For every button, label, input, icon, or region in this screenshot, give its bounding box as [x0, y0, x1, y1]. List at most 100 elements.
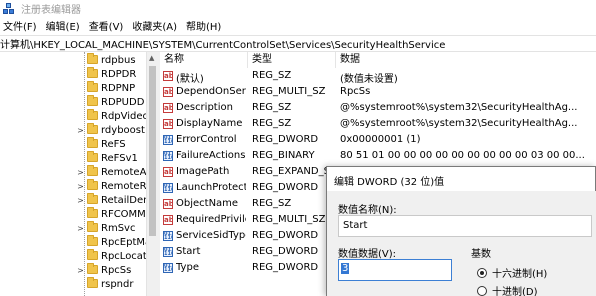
binary-value-icon: 011 110: [163, 183, 173, 193]
value-row[interactable]: 011 110ErrorControl REG_DWORD 0x00000001 (…: [160, 132, 596, 148]
folder-icon: [87, 67, 98, 78]
value-row[interactable]: ab (默认) REG_SZ (数值未设置): [160, 68, 596, 85]
menu-view[interactable]: 查看(V): [86, 18, 127, 33]
value-type: REG_SZ: [252, 70, 292, 81]
value-data: 0x00000001 (1): [340, 134, 421, 145]
folder-icon: [87, 179, 98, 190]
value-data-text[interactable]: 3: [341, 263, 350, 274]
value-name: Description: [176, 102, 233, 113]
value-type: REG_MULTI_SZ: [252, 86, 326, 97]
value-data: RpcSs: [340, 86, 371, 97]
folder-icon: [87, 53, 98, 64]
string-value-icon: ab: [163, 119, 173, 129]
binary-value-icon: 011 110: [163, 135, 173, 145]
address-bar[interactable]: 计算机\HKEY_LOCAL_MACHINE\SYSTEM\CurrentCon…: [0, 35, 596, 52]
string-value-icon: ab: [163, 71, 173, 81]
base-group-label: 基数: [471, 249, 491, 260]
value-data: 80 51 01 00 00 00 00 00 00 00 00 00 03 0…: [340, 150, 585, 161]
tree-item-label[interactable]: RmSvc: [101, 223, 135, 234]
tree-item-label[interactable]: RemoteAc: [101, 167, 152, 178]
value-type: REG_SZ: [252, 102, 292, 113]
folder-icon: [87, 81, 98, 92]
key-tree[interactable]: rdpbus RDPDR RDPNP RDPUDD RdpVideo > rdyboost R…: [0, 52, 158, 296]
radio-dec-indicator[interactable]: [477, 285, 487, 296]
menu-favorites[interactable]: 收藏夹(A): [129, 18, 180, 33]
folder-icon: [87, 235, 98, 246]
value-data: @%systemroot%\system32\SecurityHealthAg.…: [340, 118, 578, 129]
radio-hexadecimal[interactable]: 十六进制(H): [477, 265, 547, 280]
value-name: Start: [176, 246, 201, 257]
tree-item-label[interactable]: RpcEptMa: [101, 237, 151, 248]
value-type: REG_DWORD: [252, 182, 319, 193]
value-name: RequiredPrivile...: [176, 214, 246, 225]
folder-icon: [87, 249, 98, 260]
radio-hex-indicator[interactable]: [477, 267, 487, 278]
column-header-name[interactable]: 名称: [160, 52, 248, 68]
folder-icon: [87, 277, 98, 288]
folder-icon: [87, 207, 98, 218]
folder-icon: [87, 95, 98, 106]
value-name: ObjectName: [176, 198, 239, 209]
string-value-icon: ab: [163, 87, 173, 97]
tree-scroll-thumb[interactable]: [149, 66, 156, 236]
value-name: ImagePath: [176, 166, 230, 177]
tree-item-label[interactable]: RpcSs: [101, 265, 131, 276]
folder-icon: [87, 123, 98, 134]
value-name: Type: [176, 262, 199, 273]
value-row[interactable]: 011 110FailureActions REG_BINARY 80 51 01 …: [160, 148, 596, 164]
folder-icon: [87, 151, 98, 162]
title-bar: 注册表编辑器: [0, 0, 596, 17]
tree-item-label[interactable]: RDPUDD: [101, 97, 144, 108]
value-type: REG_DWORD: [252, 134, 319, 145]
edit-dword-dialog: 编辑 DWORD (32 位)值 数值名称(N): Start 数值数据(V):…: [326, 166, 596, 296]
tree-scrollbar[interactable]: ▲: [146, 52, 158, 296]
value-type: REG_DWORD: [252, 230, 319, 241]
scroll-up-arrow-icon[interactable]: ▲: [149, 54, 154, 62]
value-row[interactable]: ab Description REG_SZ @%systemroot%\system3…: [160, 100, 596, 116]
menu-help[interactable]: 帮助(H): [183, 18, 224, 33]
value-data-input[interactable]: 3: [338, 259, 452, 281]
value-row[interactable]: ab DisplayName REG_SZ @%systemroot%\system3…: [160, 116, 596, 132]
value-name-field: Start: [338, 215, 592, 237]
binary-value-icon: 011 110: [163, 231, 173, 241]
value-name-label: 数值名称(N):: [338, 205, 397, 216]
tree-item-label[interactable]: RDPDR: [101, 69, 136, 80]
string-value-icon: ab: [163, 167, 173, 177]
binary-value-icon: 011 110: [163, 151, 173, 161]
tree-item-label[interactable]: RemoteRe: [101, 181, 152, 192]
value-type: REG_SZ: [252, 118, 292, 129]
tree-item-label[interactable]: RFCOMM: [101, 209, 146, 220]
tree-item-label[interactable]: RDPNP: [101, 83, 135, 94]
address-path[interactable]: 计算机\HKEY_LOCAL_MACHINE\SYSTEM\CurrentCon…: [0, 36, 445, 51]
dialog-title: 编辑 DWORD (32 位)值: [334, 177, 445, 188]
menu-bar: 文件(F) 编辑(E) 查看(V) 收藏夹(A) 帮助(H): [0, 17, 596, 34]
value-name: (默认): [176, 74, 204, 85]
value-row[interactable]: abDependOnSer... REG_MULTI_SZ RpcSs: [160, 84, 596, 100]
radio-dec-label[interactable]: 十进制(D): [492, 283, 538, 296]
tree-item-label[interactable]: rdpbus: [101, 55, 136, 66]
menu-edit[interactable]: 编辑(E): [43, 18, 83, 33]
value-data-label: 数值数据(V):: [338, 249, 397, 260]
radio-hex-label[interactable]: 十六进制(H): [492, 265, 547, 280]
tree-item-label[interactable]: RdpVideo: [101, 111, 149, 122]
column-header-type[interactable]: 类型: [248, 52, 336, 68]
radio-decimal[interactable]: 十进制(D): [477, 283, 538, 296]
value-name: DisplayName: [176, 118, 243, 129]
string-value-icon: ab: [163, 199, 173, 209]
column-header-data[interactable]: 数据: [336, 52, 596, 68]
tree-guide-line: [84, 52, 85, 296]
menu-file[interactable]: 文件(F): [0, 18, 40, 33]
value-type: REG_DWORD: [252, 246, 319, 257]
tree-item[interactable]: rspndr: [0, 276, 158, 292]
tree-item-label[interactable]: rspndr: [101, 279, 133, 290]
window-title: 注册表编辑器: [21, 5, 81, 16]
tree-item-label[interactable]: ReFSv1: [101, 153, 138, 164]
value-name: ServiceSidType: [176, 230, 246, 241]
tree-item-label[interactable]: rdyboost: [101, 125, 145, 136]
folder-icon: [87, 137, 98, 148]
binary-value-icon: 011 110: [163, 247, 173, 257]
value-type: REG_BINARY: [252, 150, 315, 161]
folder-icon: [87, 165, 98, 176]
tree-item-label[interactable]: ReFS: [101, 139, 126, 150]
value-name: FailureActions: [176, 150, 246, 161]
